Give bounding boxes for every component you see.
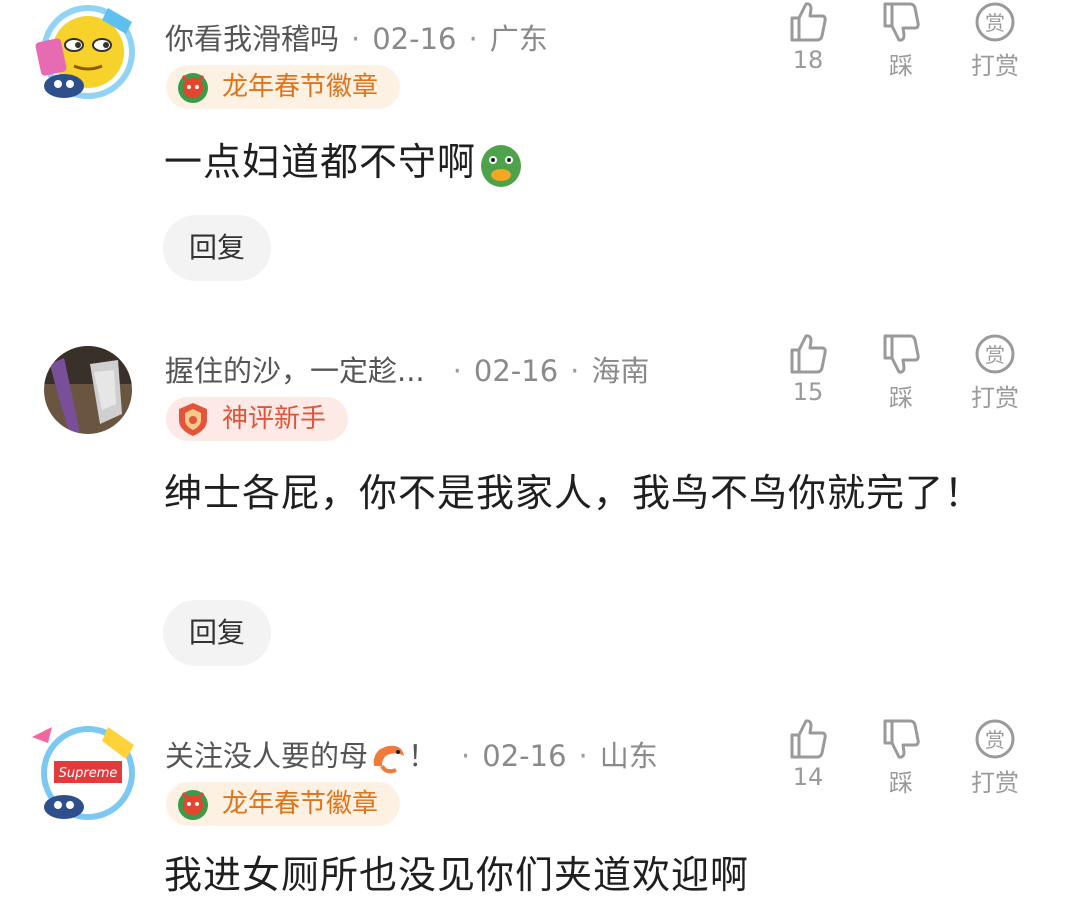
shrimp-emoji-icon [373,745,405,774]
user-badge[interactable]: 龙年春节徽章 [166,782,401,826]
badge-label: 神评新手 [222,404,327,434]
badge-label: 龙年春节徽章 [222,72,379,102]
separator-dot: · [468,22,478,56]
reward-label: 打赏 [971,769,1019,797]
svg-text:赏: 赏 [985,11,1005,35]
avatar-text: Supreme [59,766,118,781]
comment-text: 一点妇道都不守啊 [164,132,1044,192]
reward-label: 打赏 [971,52,1019,80]
username-text: 关注没人要的母 [165,739,369,773]
reward-button[interactable]: 赏 打赏 [950,0,1040,81]
comment-item: 握住的沙，一定趁... · 02-16 · 海南 神评新手 绅士各屁，你不是我家人，我鸟… [0,330,1080,670]
thumbs-up-icon [790,334,827,374]
like-button[interactable]: 18 [763,0,853,74]
username[interactable]: 你看我滑稽吗 [165,22,339,56]
comment-meta: 握住的沙，一定趁... · 02-16 · 海南 [165,348,649,390]
comment-text: 绅士各屁，你不是我家人，我鸟不鸟你就完了！ [164,471,984,515]
like-count: 15 [792,378,824,406]
dislike-label: 踩 [889,52,913,80]
comment-location: 海南 [591,354,650,388]
like-count: 18 [792,46,824,74]
reward-icon: 赏 [975,334,1015,374]
comment-date: 02-16 [482,739,567,773]
thumbs-down-icon [883,719,920,759]
comment-date: 02-16 [372,22,457,56]
dragon-badge-icon [178,790,208,820]
separator-dot: · [570,354,580,388]
comment-location: 山东 [599,739,658,773]
reply-button[interactable]: 回复 [163,215,271,281]
separator-dot: · [461,739,471,773]
thumbs-up-icon [790,719,827,759]
reward-button[interactable]: 赏 打赏 [950,332,1040,413]
reward-icon: 赏 [975,2,1015,42]
duck-emoji-icon [481,144,522,187]
comment-item: Supreme 关注没人要的母 ！ · 02-16 · 山东 龙年春节徽章 我进女厕所也… [0,715,1080,915]
reward-icon: 赏 [975,719,1015,759]
like-button[interactable]: 14 [763,717,853,791]
comment-text: 我进女厕所也没见你们夹道欢迎啊 [164,853,750,897]
separator-dot: · [578,739,588,773]
like-count: 14 [792,763,824,791]
comment-text-content: 一点妇道都不守啊 [164,140,477,184]
avatar[interactable]: Supreme [30,723,140,823]
dislike-button[interactable]: 踩 [856,0,946,81]
thumbs-down-icon [883,334,920,374]
shield-badge-icon [179,403,207,436]
svg-text:赏: 赏 [985,728,1005,752]
avatar[interactable] [30,344,140,444]
dislike-label: 踩 [889,384,913,412]
username-suffix: ！ [408,739,438,773]
dislike-label: 踩 [889,769,913,797]
comment-item: 你看我滑稽吗 · 02-16 · 广东 龙年春节徽章 一点妇道都不守啊 回复 18 [0,0,1080,300]
reward-button[interactable]: 赏 打赏 [950,717,1040,798]
reward-label: 打赏 [971,384,1019,412]
reply-button[interactable]: 回复 [163,600,271,666]
username[interactable]: 握住的沙，一定趁... [165,354,425,388]
dragon-badge-icon [178,73,208,103]
dislike-button[interactable]: 踩 [856,717,946,798]
user-badge[interactable]: 神评新手 [166,397,349,441]
comment-meta: 你看我滑稽吗 · 02-16 · 广东 [165,16,548,58]
dislike-button[interactable]: 踩 [856,332,946,413]
svg-text:赏: 赏 [985,343,1005,367]
avatar[interactable] [30,0,140,100]
thumbs-up-icon [790,2,827,42]
like-button[interactable]: 15 [763,332,853,406]
comment-date: 02-16 [473,354,559,388]
separator-dot: · [452,354,462,388]
comment-location: 广东 [489,22,548,56]
badge-label: 龙年春节徽章 [222,789,379,819]
username[interactable]: 关注没人要的母 ！ [165,739,438,774]
separator-dot: · [351,22,361,56]
comment-meta: 关注没人要的母 ！ · 02-16 · 山东 [165,733,658,776]
user-badge[interactable]: 龙年春节徽章 [166,65,401,109]
thumbs-down-icon [883,2,920,42]
